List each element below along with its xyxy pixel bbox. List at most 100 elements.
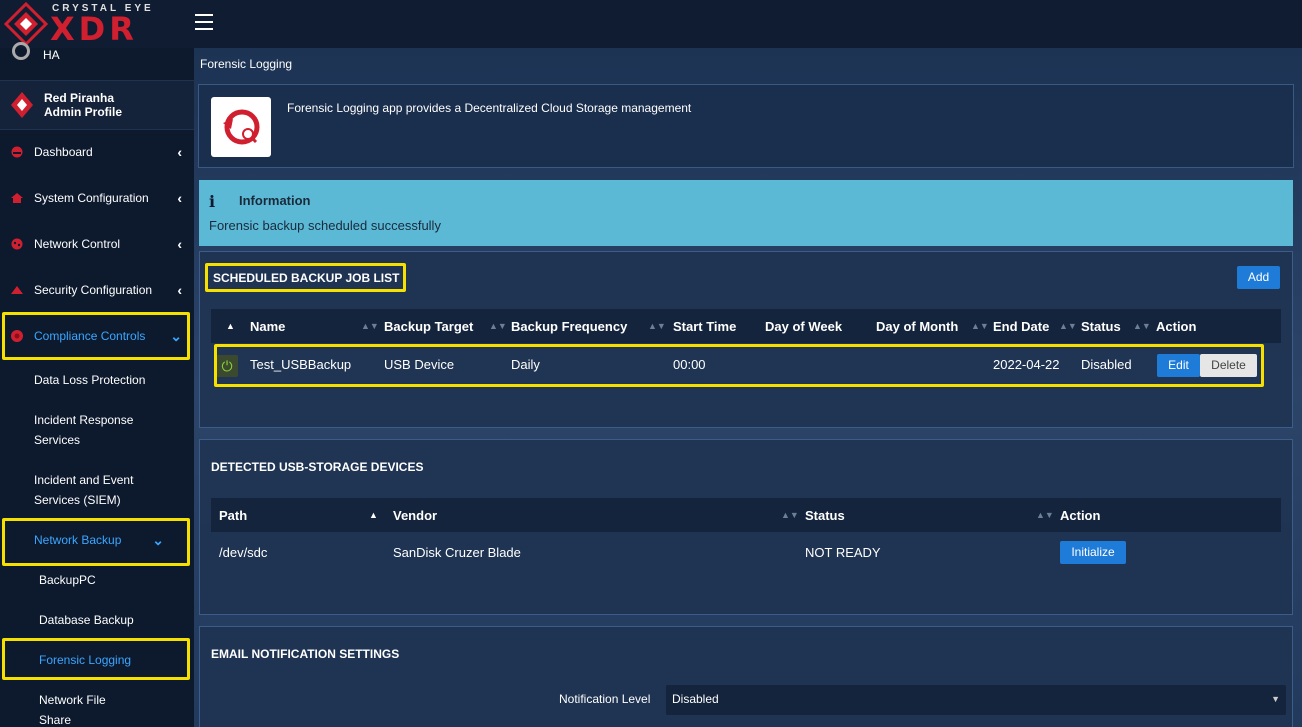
sidebar-item-security-configuration[interactable]: Security Configuration ‹ — [0, 270, 194, 310]
sidebar-item-network-backup[interactable]: Network Backup ⌄ — [0, 520, 194, 560]
sidebar-item-label: Security Configuration — [34, 283, 153, 297]
sort-icon[interactable]: ▲▼ — [971, 321, 989, 331]
chevron-down-icon: ⌄ — [170, 328, 182, 344]
job-target: USB Device — [384, 357, 455, 372]
job-start-time: 00:00 — [673, 357, 706, 372]
brand-name: XDR — [50, 10, 138, 48]
info-icon: i — [209, 192, 216, 211]
sort-asc-icon[interactable]: ▲ — [226, 321, 235, 331]
sidebar-item-incident-response-services[interactable]: Incident Response Services — [34, 410, 164, 450]
add-job-button[interactable]: Add — [1237, 266, 1280, 289]
col-status[interactable]: Status — [1081, 319, 1121, 334]
compliance-icon — [11, 330, 23, 342]
house-icon — [11, 193, 23, 203]
delete-button[interactable]: Delete — [1200, 354, 1257, 377]
col-backup-target[interactable]: Backup Target — [384, 319, 473, 334]
profile-name: Red Piranha — [44, 91, 115, 105]
col-day-of-month[interactable]: Day of Month — [876, 319, 958, 334]
sidebar-item-network-file-share[interactable]: Network File Share — [39, 690, 129, 727]
dashboard-icon — [11, 146, 23, 158]
job-status: Disabled — [1081, 357, 1132, 372]
sidebar-item-label: System Configuration — [34, 191, 149, 205]
sort-icon[interactable]: ▲▼ — [1036, 510, 1054, 520]
ha-label: HA — [43, 48, 60, 62]
email-notification-title: EMAIL NOTIFICATION SETTINGS — [211, 647, 400, 661]
scheduled-table-header: ▲ Name ▲▼ Backup Target ▲▼ Backup Freque… — [211, 309, 1281, 343]
top-bar: CRYSTAL EYE XDR — [0, 0, 1302, 48]
job-frequency: Daily — [511, 357, 540, 372]
sort-icon[interactable]: ▲▼ — [781, 510, 799, 520]
sidebar-item-incident-event-services[interactable]: Incident and Event Services (SIEM) — [34, 470, 164, 510]
avatar — [11, 92, 33, 118]
table-row: /dev/sdc SanDisk Cruzer Blade NOT READY … — [211, 533, 1281, 573]
page-title: Forensic Logging — [200, 57, 293, 71]
col-name[interactable]: Name — [250, 319, 285, 334]
profile-role: Admin Profile — [44, 105, 123, 119]
usb-table-header: Path ▲ Vendor ▲▼ Status ▲▼ Action — [211, 498, 1281, 532]
sidebar-item-label: Network Control — [34, 237, 121, 251]
usb-vendor: SanDisk Cruzer Blade — [393, 545, 521, 560]
col-usb-status[interactable]: Status — [805, 508, 845, 523]
sort-icon[interactable]: ▲▼ — [1133, 321, 1151, 331]
col-vendor[interactable]: Vendor — [393, 508, 437, 523]
chevron-left-icon: ‹ — [177, 282, 182, 298]
user-profile[interactable]: Red Piranha Admin Profile — [0, 80, 194, 130]
col-path[interactable]: Path — [219, 508, 247, 523]
col-start-time[interactable]: Start Time — [673, 319, 736, 334]
sidebar-item-data-loss-protection[interactable]: Data Loss Protection — [34, 370, 184, 390]
sidebar-item-database-backup[interactable]: Database Backup — [39, 610, 179, 630]
chevron-left-icon: ‹ — [177, 190, 182, 206]
sidebar-item-dashboard[interactable]: Dashboard ‹ — [0, 132, 194, 172]
edit-button[interactable]: Edit — [1157, 354, 1200, 377]
sidebar: HA Red Piranha Admin Profile Dashboard ‹… — [0, 42, 194, 727]
network-icon — [11, 238, 23, 250]
chevron-left-icon: ‹ — [177, 144, 182, 160]
col-backup-frequency[interactable]: Backup Frequency — [511, 319, 627, 334]
info-title: Information — [239, 193, 311, 208]
sort-icon[interactable]: ▲▼ — [361, 321, 379, 331]
chevron-down-icon: ⌄ — [152, 532, 164, 548]
chevron-left-icon: ‹ — [177, 236, 182, 252]
col-day-of-week[interactable]: Day of Week — [765, 319, 842, 334]
sidebar-item-label: Dashboard — [34, 145, 93, 159]
job-name: Test_USBBackup — [250, 357, 352, 372]
notification-level-value: Disabled — [672, 692, 719, 706]
initialize-button[interactable]: Initialize — [1060, 541, 1126, 564]
usb-path: /dev/sdc — [219, 545, 268, 560]
col-usb-action: Action — [1060, 508, 1101, 523]
sort-icon[interactable]: ▲▼ — [648, 321, 666, 331]
crystal-eye-logo[interactable]: CRYSTAL EYE XDR — [0, 0, 194, 48]
scheduled-backup-title: SCHEDULED BACKUP JOB LIST — [213, 271, 400, 285]
main-content: Forensic Logging Forensic Logging app pr… — [194, 48, 1302, 727]
table-row: ⏻ Test_USBBackup USB Device Daily 00:00 … — [211, 344, 1271, 386]
notification-level-label: Notification Level — [559, 692, 651, 706]
power-toggle-icon[interactable]: ⏻ — [216, 355, 238, 377]
chevron-down-icon: ▼ — [1271, 694, 1280, 704]
sidebar-item-forensic-logging[interactable]: Forensic Logging — [39, 650, 179, 670]
sort-icon[interactable]: ▲▼ — [489, 321, 507, 331]
app-description: Forensic Logging app provides a Decentra… — [287, 101, 692, 115]
col-end-date[interactable]: End Date — [993, 319, 1049, 334]
job-end-date: 2022-04-22 — [993, 357, 1060, 372]
sort-icon[interactable]: ▲▼ — [1059, 321, 1077, 331]
sidebar-item-network-control[interactable]: Network Control ‹ — [0, 224, 194, 264]
usb-devices-title: DETECTED USB-STORAGE DEVICES — [211, 460, 424, 474]
scheduled-backup-panel: SCHEDULED BACKUP JOB LIST Add ▲ Name ▲▼ … — [199, 251, 1293, 428]
power-icon — [12, 42, 30, 60]
notification-level-select[interactable]: Disabled ▼ — [666, 685, 1286, 715]
logo-mark-icon — [4, 2, 48, 46]
sidebar-item-system-configuration[interactable]: System Configuration ‹ — [0, 178, 194, 218]
info-message: Forensic backup scheduled successfully — [209, 218, 441, 233]
sidebar-item-backuppc[interactable]: BackupPC — [39, 570, 179, 590]
col-action: Action — [1156, 319, 1197, 334]
sidebar-item-label: Compliance Controls — [34, 329, 146, 343]
sidebar-item-compliance-controls[interactable]: Compliance Controls ⌄ — [0, 316, 194, 356]
sort-asc-icon[interactable]: ▲ — [369, 510, 378, 520]
usb-devices-panel: DETECTED USB-STORAGE DEVICES Path ▲ Vend… — [199, 439, 1293, 615]
info-alert: i Information Forensic backup scheduled … — [199, 180, 1293, 246]
ha-status[interactable]: HA — [0, 42, 194, 74]
app-header: Forensic Logging app provides a Decentra… — [198, 84, 1294, 168]
menu-toggle-icon[interactable] — [195, 14, 213, 30]
triangle-icon — [11, 286, 23, 294]
email-notification-panel: EMAIL NOTIFICATION SETTINGS Notification… — [199, 626, 1293, 727]
